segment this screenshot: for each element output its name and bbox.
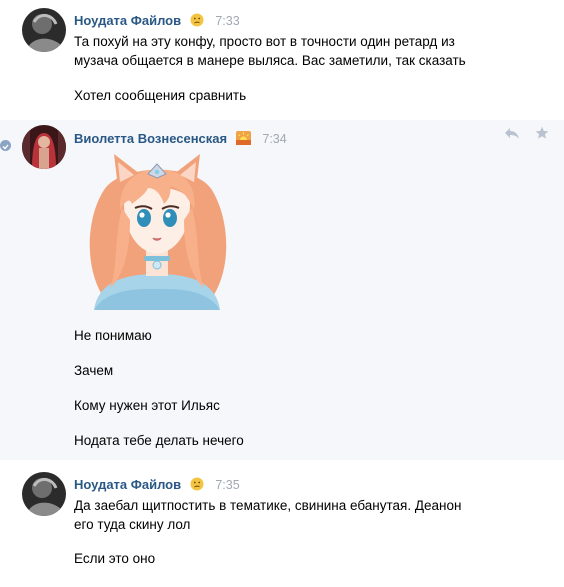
avatar[interactable] [22, 8, 66, 52]
sunrise-emoji [235, 131, 251, 148]
select-check-icon[interactable] [0, 140, 11, 151]
star-icon[interactable] [535, 126, 551, 140]
message-group: Ноудата Файлов 7:33 Та похуй на эту конф… [0, 0, 564, 120]
anime-fox-girl-sticker[interactable] [74, 148, 240, 310]
message-text: Зачем [74, 363, 114, 378]
message-group: Виолетта Вознесенская 7:34 Не понимаю За… [0, 120, 564, 460]
message-text-line: Да заебал щитпостить в тематике, свинина… [74, 498, 462, 513]
sender-name[interactable]: Виолетта Вознесенская [74, 131, 227, 146]
chat-history: Ноудата Файлов 7:33 Та похуй на эту конф… [0, 0, 564, 587]
message-text: Если это оно [74, 551, 156, 566]
avatar[interactable] [22, 125, 66, 169]
message-text-line: Та похуй на эту конфу, просто вот в точн… [74, 34, 455, 49]
avatar[interactable] [22, 472, 66, 516]
message-time[interactable]: 7:33 [215, 14, 239, 28]
message-group: Ноудата Файлов 7:35 Да заебал щитпостить… [0, 460, 564, 587]
confused-face-emoji [190, 477, 204, 494]
sender-name[interactable]: Ноудата Файлов [74, 477, 181, 492]
message-text: Кому нужен этот Ильяс [74, 398, 220, 413]
message-text-line: музача общается в манере выляса. Вас зам… [74, 53, 466, 68]
message-text: Хотел сообщения сравнить [74, 88, 247, 103]
sender-name[interactable]: Ноудата Файлов [74, 13, 181, 28]
confused-face-emoji [190, 13, 204, 30]
message-time[interactable]: 7:34 [262, 132, 286, 146]
message-text-line: его туда скину лол [74, 517, 191, 532]
message-time[interactable]: 7:35 [215, 478, 239, 492]
message-text: Не понимаю [74, 328, 152, 343]
reply-icon[interactable] [504, 126, 520, 140]
message-text: Нодата тебе делать нечего [74, 433, 244, 448]
